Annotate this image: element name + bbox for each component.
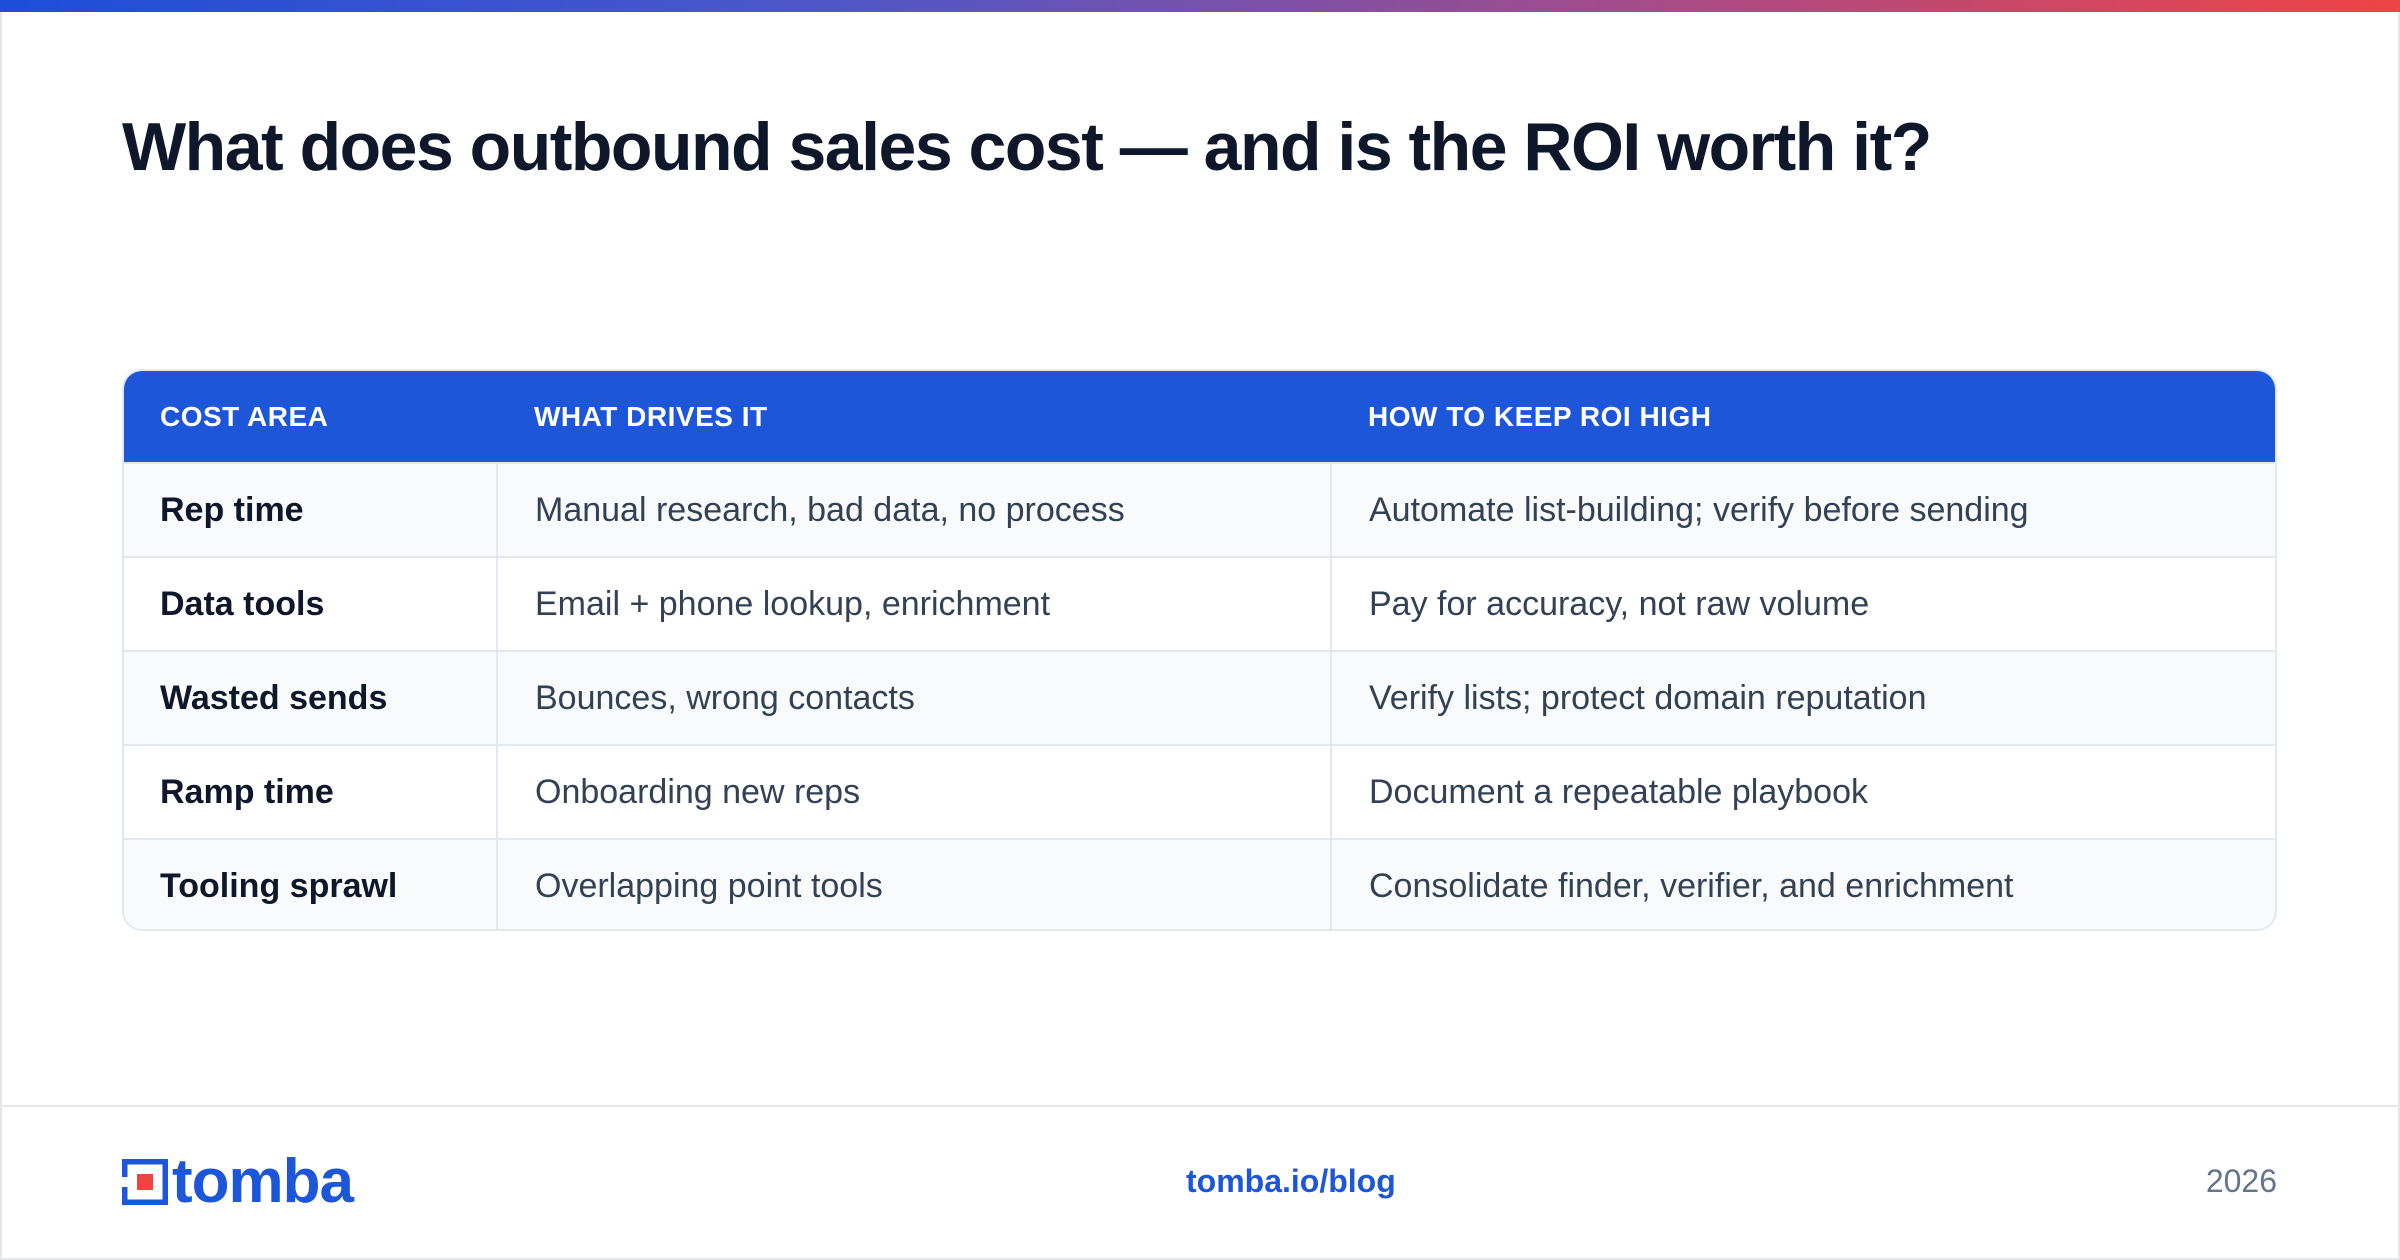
roi-tip-cell: Document a repeatable playbook bbox=[1369, 772, 1868, 811]
top-accent-bar bbox=[0, 0, 2400, 12]
table-row: Tooling sprawl Overlapping point tools C… bbox=[124, 838, 2275, 929]
footer-year: 2026 bbox=[2205, 1163, 2277, 1199]
table-header-row: COST AREA WHAT DRIVES IT HOW TO KEEP ROI… bbox=[124, 371, 2275, 462]
header-how-to-keep-roi-high: HOW TO KEEP ROI HIGH bbox=[1368, 400, 1712, 432]
cost-area-cell: Ramp time bbox=[124, 746, 498, 838]
driver-cell: Bounces, wrong contacts bbox=[498, 652, 1332, 744]
roi-tip-cell: Automate list-building; verify before se… bbox=[1369, 490, 2029, 529]
table-row: Rep time Manual research, bad data, no p… bbox=[124, 462, 2275, 556]
footer-divider bbox=[0, 1105, 2400, 1107]
table-row: Wasted sends Bounces, wrong contacts Ver… bbox=[124, 650, 2275, 744]
roi-tip-cell: Verify lists; protect domain reputation bbox=[1369, 678, 1927, 717]
cost-area-cell: Rep time bbox=[124, 464, 498, 556]
driver-cell: Onboarding new reps bbox=[498, 746, 1332, 838]
driver-cell: Manual research, bad data, no process bbox=[498, 464, 1332, 556]
driver-cell: Email + phone lookup, enrichment bbox=[498, 558, 1332, 650]
table-row: Ramp time Onboarding new reps Document a… bbox=[124, 744, 2275, 838]
tomba-logo-icon bbox=[122, 1159, 168, 1205]
blog-link[interactable]: tomba.io/blog bbox=[1186, 1163, 1396, 1200]
cost-area-cell: Data tools bbox=[124, 558, 498, 650]
cost-table: COST AREA WHAT DRIVES IT HOW TO KEEP ROI… bbox=[122, 369, 2277, 931]
roi-tip-cell: Consolidate finder, verifier, and enrich… bbox=[1369, 866, 2014, 905]
driver-cell: Overlapping point tools bbox=[498, 840, 1332, 929]
table-body: Rep time Manual research, bad data, no p… bbox=[124, 462, 2275, 929]
table-row: Data tools Email + phone lookup, enrichm… bbox=[124, 556, 2275, 650]
logo-wordmark: tomba bbox=[172, 1147, 354, 1216]
tomba-logo[interactable]: tomba bbox=[122, 1147, 354, 1216]
header-cost-area: COST AREA bbox=[160, 400, 329, 432]
roi-tip-cell: Pay for accuracy, not raw volume bbox=[1369, 584, 1870, 623]
page-title: What does outbound sales cost — and is t… bbox=[122, 109, 1932, 185]
cost-area-cell: Tooling sprawl bbox=[124, 840, 498, 929]
header-what-drives-it: WHAT DRIVES IT bbox=[534, 400, 768, 432]
cost-area-cell: Wasted sends bbox=[124, 652, 498, 744]
